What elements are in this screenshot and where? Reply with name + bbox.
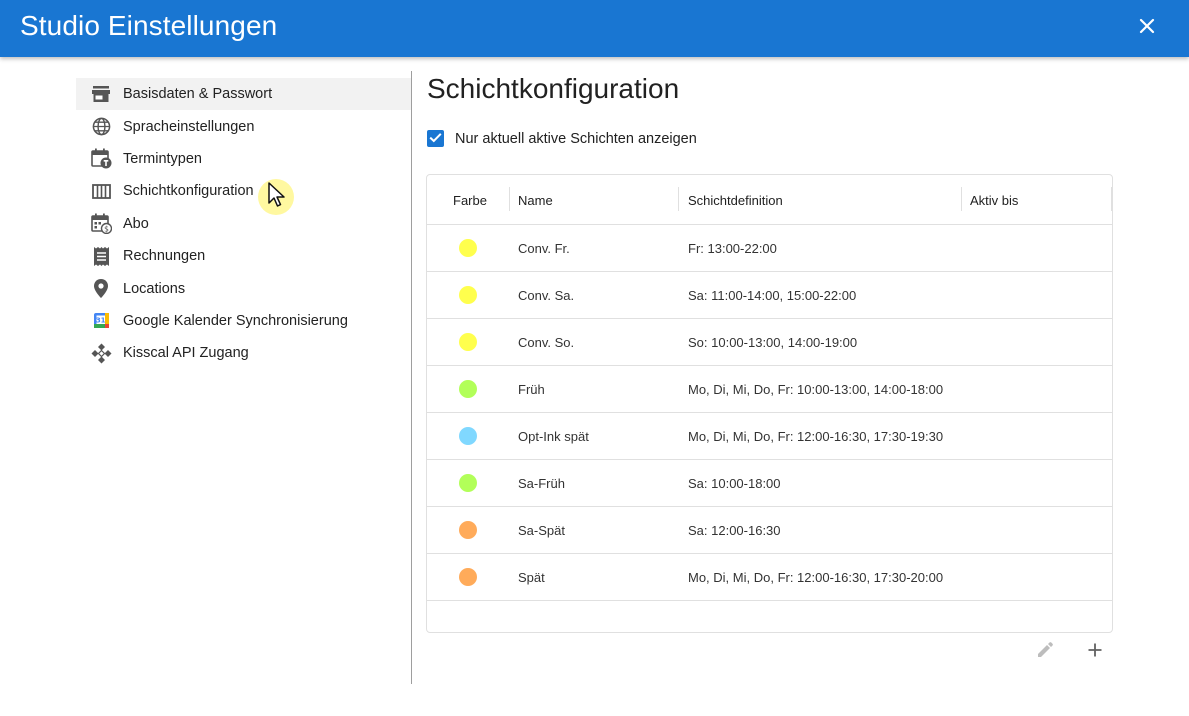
app-bar: Studio Einstellungen [0, 0, 1189, 57]
shift-color-dot [459, 521, 477, 539]
shift-color-dot [459, 474, 477, 492]
plus-icon [1087, 642, 1103, 663]
close-button[interactable] [1133, 14, 1161, 42]
table-row[interactable]: Opt-Ink spät Mo, Di, Mi, Do, Fr: 12:00-1… [427, 413, 1112, 460]
store-icon [90, 83, 112, 105]
shift-definition: Sa: 11:00-14:00, 15:00-22:00 [688, 287, 857, 303]
api-icon [90, 342, 112, 364]
mouse-cursor-icon [267, 181, 289, 214]
sidebar-item-basisdaten[interactable]: Basisdaten & Passwort [76, 78, 411, 111]
sidebar-item-locations[interactable]: Locations [76, 272, 411, 304]
sidebar-item-label: Spracheinstellungen [123, 118, 255, 135]
sidebar-item-label: Kisscal API Zugang [123, 345, 249, 362]
location-pin-icon [90, 278, 112, 300]
add-shift-button[interactable] [1081, 638, 1109, 666]
globe-icon [90, 116, 112, 138]
column-header-farbe[interactable]: Farbe [453, 175, 487, 225]
sidebar-item-kisscal-api[interactable]: Kisscal API Zugang [76, 337, 411, 369]
sidebar-item-google-kalender[interactable]: 31 Google Kalender Synchronisierung [76, 305, 411, 337]
shift-name: Spät [518, 569, 545, 585]
sidebar-item-termintypen[interactable]: Termintypen [76, 143, 411, 175]
shift-name: Opt-Ink spät [518, 428, 589, 444]
sidebar-item-label: Schichtkonfiguration [123, 183, 254, 200]
shift-name: Conv. So. [518, 334, 575, 350]
column-separator[interactable] [1111, 187, 1112, 211]
columns-icon [90, 180, 112, 202]
dialog-title: Studio Einstellungen [20, 10, 278, 41]
edit-shift-button[interactable] [1031, 638, 1059, 666]
calendar-billing-icon: $ [90, 213, 112, 235]
shift-color-dot [459, 286, 477, 304]
svg-text:31: 31 [95, 317, 105, 325]
column-separator[interactable] [678, 187, 679, 211]
column-separator[interactable] [961, 187, 962, 211]
settings-sidebar: Basisdaten & Passwort Spracheinstellunge… [76, 78, 411, 370]
column-header-schichtdefinition[interactable]: Schichtdefinition [688, 175, 783, 225]
shift-definition: Sa: 10:00-18:00 [688, 475, 781, 491]
sidebar-item-label: Termintypen [123, 150, 202, 167]
shift-color-dot [459, 427, 477, 445]
shift-definition: Fr: 13:00-22:00 [688, 240, 777, 256]
sidebar-item-label: Abo [123, 215, 149, 232]
shift-definition: Mo, Di, Mi, Do, Fr: 10:00-13:00, 14:00-1… [688, 381, 944, 397]
receipt-icon [90, 245, 112, 267]
table-row[interactable]: Früh Mo, Di, Mi, Do, Fr: 10:00-13:00, 14… [427, 366, 1112, 413]
column-header-name[interactable]: Name [518, 175, 553, 225]
sidebar-item-spracheinstellungen[interactable]: Spracheinstellungen [76, 110, 411, 142]
sidebar-item-label: Google Kalender Synchronisierung [123, 312, 348, 329]
sidebar-item-label: Basisdaten & Passwort [123, 86, 273, 103]
table-row[interactable]: Sa-Früh Sa: 10:00-18:00 [427, 460, 1112, 507]
shift-definition: Mo, Di, Mi, Do, Fr: 12:00-16:30, 17:30-1… [688, 428, 944, 444]
checkbox-label: Nur aktuell aktive Schichten anzeigen [455, 130, 697, 147]
shift-definition: Mo, Di, Mi, Do, Fr: 12:00-16:30, 17:30-2… [688, 569, 944, 585]
page-title: Schichtkonfiguration [427, 73, 680, 104]
active-shifts-filter[interactable]: Nur aktuell aktive Schichten anzeigen [427, 130, 697, 147]
google-calendar-icon: 31 [90, 310, 112, 332]
column-separator[interactable] [509, 187, 510, 211]
table-row[interactable]: Sa-Spät Sa: 12:00-16:30 [427, 507, 1112, 554]
shift-color-dot [459, 239, 477, 257]
shift-name: Conv. Fr. [518, 240, 570, 256]
table-row[interactable]: Conv. Sa. Sa: 11:00-14:00, 15:00-22:00 [427, 272, 1112, 319]
table-row[interactable]: Conv. Fr. Fr: 13:00-22:00 [427, 225, 1112, 272]
shift-name: Conv. Sa. [518, 287, 575, 303]
table-row[interactable]: Conv. So. So: 10:00-13:00, 14:00-19:00 [427, 319, 1112, 366]
sidebar-item-schichtkonfiguration[interactable]: Schichtkonfiguration [76, 175, 411, 207]
column-header-aktiv-bis[interactable]: Aktiv bis [970, 175, 1018, 225]
shift-table: Farbe Name Schichtdefinition Aktiv bis C… [426, 174, 1113, 633]
sidebar-divider [411, 71, 412, 684]
svg-text:$: $ [104, 225, 109, 234]
check-icon [429, 130, 442, 148]
sidebar-item-abo[interactable]: $ Abo [76, 208, 411, 240]
sidebar-item-label: Rechnungen [123, 248, 206, 265]
shift-definition: Sa: 12:00-16:30 [688, 522, 781, 538]
close-icon [1139, 18, 1155, 39]
pencil-icon [1036, 641, 1054, 664]
shift-color-dot [459, 568, 477, 586]
shift-definition: So: 10:00-13:00, 14:00-19:00 [688, 334, 858, 350]
table-row[interactable]: Spät Mo, Di, Mi, Do, Fr: 12:00-16:30, 17… [427, 554, 1112, 601]
calendar-type-icon [90, 148, 112, 170]
shift-name: Sa-Spät [518, 522, 565, 538]
shift-color-dot [459, 333, 477, 351]
sidebar-item-rechnungen[interactable]: Rechnungen [76, 240, 411, 272]
active-shifts-checkbox[interactable] [427, 130, 444, 147]
shift-color-dot [459, 380, 477, 398]
sidebar-item-label: Locations [123, 280, 186, 297]
shift-name: Sa-Früh [518, 475, 565, 491]
table-header: Farbe Name Schichtdefinition Aktiv bis [427, 175, 1112, 225]
shift-name: Früh [518, 381, 545, 397]
